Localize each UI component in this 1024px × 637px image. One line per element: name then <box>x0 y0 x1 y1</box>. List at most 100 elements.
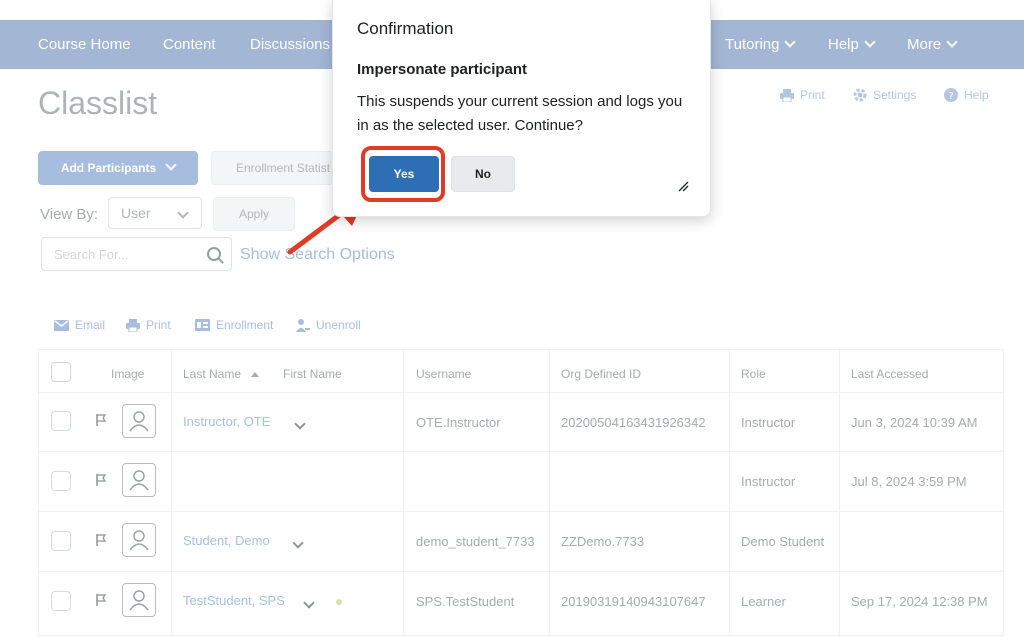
printer-icon <box>126 318 140 332</box>
enrollment-icon <box>195 319 210 331</box>
row-checkbox[interactable] <box>51 411 71 431</box>
avatar <box>122 463 156 497</box>
header-image: Image <box>111 367 145 381</box>
email-icon <box>54 319 69 331</box>
flag-icon[interactable] <box>96 414 106 426</box>
enrollment-statistics-label: Enrollment Statist <box>236 161 331 175</box>
unenroll-action[interactable]: Unenroll <box>296 318 361 332</box>
help-link[interactable]: ? Help <box>944 88 989 102</box>
dialog-subtitle: Impersonate participant <box>357 61 528 78</box>
enrollment-action[interactable]: Enrollment <box>195 318 273 332</box>
row-checkbox[interactable] <box>51 531 71 551</box>
add-participants-label: Add Participants <box>60 161 157 175</box>
row-username: SPS.TestStudent <box>416 594 515 609</box>
row-role: Instructor <box>741 415 796 430</box>
select-all-checkbox[interactable] <box>51 362 71 382</box>
status-dot-icon <box>336 599 342 605</box>
avatar <box>122 404 156 438</box>
row-checkbox[interactable] <box>51 591 71 611</box>
flag-icon[interactable] <box>96 594 106 606</box>
chevron-down-icon <box>165 159 177 171</box>
nav-help[interactable]: Help <box>828 36 876 53</box>
row-name-link[interactable]: Student, Demo <box>183 533 270 548</box>
search-input[interactable]: Search For... <box>41 237 232 271</box>
row-last-accessed: Jul 8, 2024 3:59 PM <box>851 474 967 489</box>
print-action-label: Print <box>146 318 171 332</box>
row-role: Demo Student <box>741 534 825 549</box>
header-last-name-label: Last Name <box>183 367 242 381</box>
print-link[interactable]: Print <box>780 88 825 102</box>
user-icon <box>129 530 149 551</box>
avatar <box>122 583 156 617</box>
row-org-id: 20190319140943107647 <box>561 594 706 609</box>
nav-more-label: More <box>907 36 942 53</box>
row-role: Learner <box>741 594 786 609</box>
row-checkbox[interactable] <box>51 471 71 491</box>
printer-icon <box>780 88 794 102</box>
chevron-down-icon[interactable] <box>292 537 304 549</box>
view-by-label: View By: <box>40 206 99 223</box>
avatar <box>122 523 156 557</box>
no-button[interactable]: No <box>451 156 515 192</box>
nav-tutoring-label: Tutoring <box>725 36 780 53</box>
row-org-id: 20200504163431926342 <box>561 415 706 430</box>
gear-icon <box>853 88 867 102</box>
user-icon <box>129 411 149 432</box>
row-last-accessed: Sep 17, 2024 12:38 PM <box>851 594 988 609</box>
print-action[interactable]: Print <box>126 318 171 332</box>
nav-help-label: Help <box>828 36 859 53</box>
header-last-name[interactable]: Last Name <box>183 367 260 381</box>
chevron-down-icon <box>946 36 958 48</box>
add-participants-button[interactable]: Add Participants <box>38 151 198 185</box>
page-title: Classlist <box>38 85 158 121</box>
chevron-down-icon[interactable] <box>294 418 306 430</box>
flag-icon[interactable] <box>96 534 106 546</box>
search-placeholder: Search For... <box>54 247 129 262</box>
enrollment-statistics-button[interactable]: Enrollment Statist <box>211 151 333 185</box>
user-icon <box>129 470 149 491</box>
nav-course-home[interactable]: Course Home <box>38 36 131 53</box>
chevron-down-icon <box>177 207 189 219</box>
classlist-table: Image Last Name First Name Username Org … <box>38 349 1004 637</box>
resize-handle-icon[interactable] <box>677 180 689 192</box>
confirmation-dialog: Confirmation Impersonate participant Thi… <box>332 0 711 217</box>
nav-discussions[interactable]: Discussions <box>250 36 330 53</box>
search-icon[interactable] <box>207 247 221 261</box>
row-name-link[interactable]: TestStudent, SPS <box>183 593 285 608</box>
sort-ascending-icon <box>251 372 260 377</box>
help-circle-icon: ? <box>944 88 958 102</box>
dialog-title: Confirmation <box>357 19 454 38</box>
email-action-label: Email <box>75 318 106 332</box>
email-action[interactable]: Email <box>54 318 105 332</box>
header-role[interactable]: Role <box>741 367 766 381</box>
settings-link[interactable]: Settings <box>853 88 916 102</box>
user-icon <box>129 590 149 611</box>
header-username[interactable]: Username <box>416 367 471 381</box>
svg-text:?: ? <box>948 91 953 102</box>
row-username: demo_student_7733 <box>416 534 535 549</box>
row-username: OTE.Instructor <box>416 415 501 430</box>
header-first-name[interactable]: First Name <box>283 367 342 381</box>
row-org-id: ZZDemo.7733 <box>561 534 645 549</box>
flag-icon[interactable] <box>96 474 106 486</box>
view-by-value: User <box>121 205 151 221</box>
enrollment-action-label: Enrollment <box>216 318 274 332</box>
view-by-select[interactable]: User <box>108 197 202 229</box>
apply-label: Apply <box>238 207 270 221</box>
nav-more[interactable]: More <box>907 36 958 53</box>
nav-content[interactable]: Content <box>163 36 216 53</box>
header-org-defined-id[interactable]: Org Defined ID <box>561 367 641 381</box>
nav-tutoring[interactable]: Tutoring <box>725 36 797 53</box>
dialog-message: This suspends your current session and l… <box>357 93 683 134</box>
row-role: Instructor <box>741 474 796 489</box>
row-last-accessed: Jun 3, 2024 10:39 AM <box>851 415 978 430</box>
print-link-label: Print <box>800 88 825 102</box>
unenroll-action-label: Unenroll <box>316 318 361 332</box>
help-link-label: Help <box>964 88 989 102</box>
row-name-link[interactable]: Instructor, OTE <box>183 414 270 429</box>
settings-link-label: Settings <box>873 88 917 102</box>
yes-button[interactable]: Yes <box>369 156 439 192</box>
header-last-accessed[interactable]: Last Accessed <box>851 367 928 381</box>
chevron-down-icon[interactable] <box>303 597 315 609</box>
chevron-down-icon <box>784 36 797 48</box>
